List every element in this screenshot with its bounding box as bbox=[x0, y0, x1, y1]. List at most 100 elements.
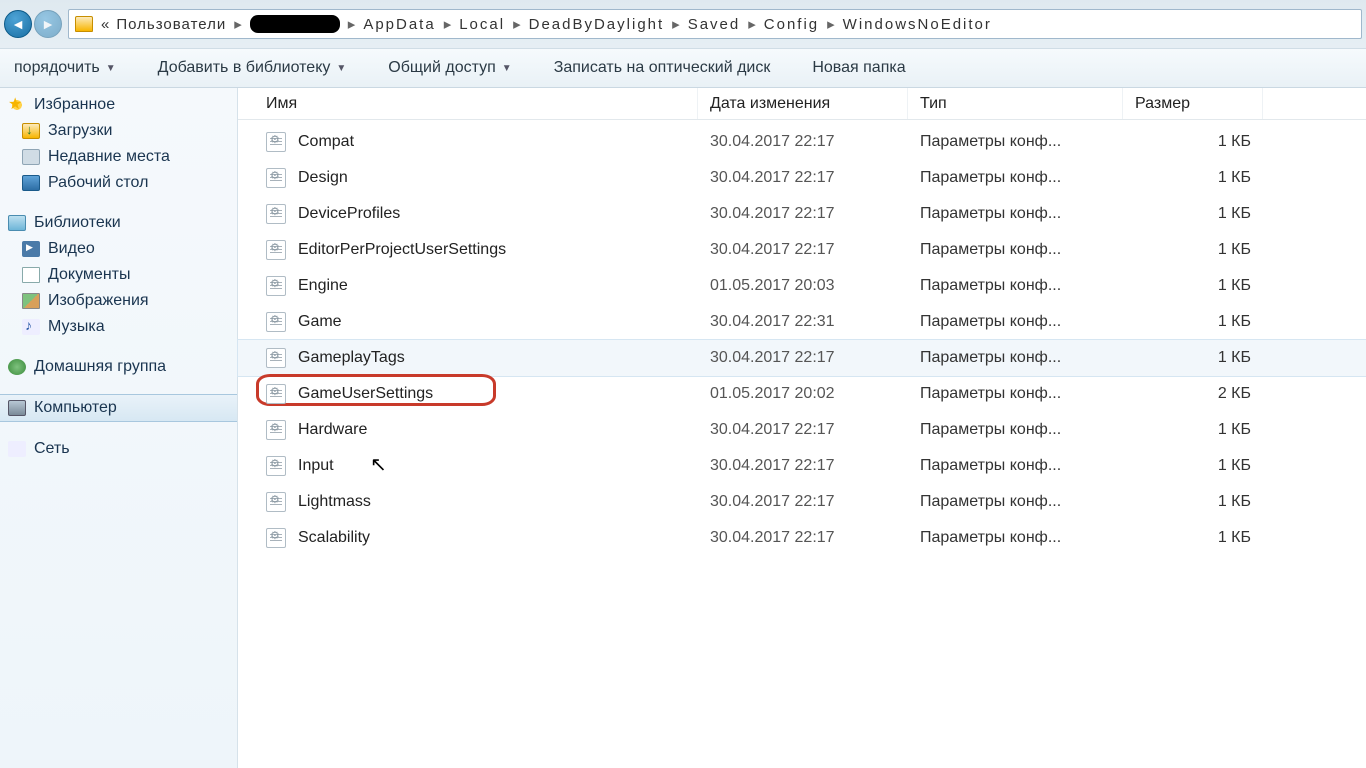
breadcrumb-item[interactable]: Config bbox=[764, 16, 819, 33]
file-date: 01.05.2017 20:02 bbox=[698, 385, 908, 403]
sidebar-computer[interactable]: Компьютер bbox=[0, 394, 237, 422]
file-size: 1 КБ bbox=[1123, 349, 1263, 367]
file-size: 1 КБ bbox=[1123, 421, 1263, 439]
file-date: 30.04.2017 22:17 bbox=[698, 241, 908, 259]
file-size: 1 КБ bbox=[1123, 457, 1263, 475]
breadcrumb-prefix: « bbox=[101, 16, 110, 33]
file-date: 30.04.2017 22:17 bbox=[698, 493, 908, 511]
config-file-icon bbox=[266, 492, 286, 512]
column-name[interactable]: Имя bbox=[238, 88, 698, 119]
breadcrumb-separator: ▸ bbox=[348, 15, 356, 33]
file-row[interactable]: EditorPerProjectUserSettings30.04.2017 2… bbox=[238, 232, 1366, 268]
file-date: 01.05.2017 20:03 bbox=[698, 277, 908, 295]
file-type: Параметры конф... bbox=[908, 241, 1123, 259]
column-type[interactable]: Тип bbox=[908, 88, 1123, 119]
file-size: 1 КБ bbox=[1123, 169, 1263, 187]
config-file-icon bbox=[266, 204, 286, 224]
star-icon bbox=[8, 97, 26, 113]
column-date[interactable]: Дата изменения bbox=[698, 88, 908, 119]
breadcrumb-redacted bbox=[250, 15, 340, 33]
breadcrumb-separator: ▸ bbox=[234, 15, 242, 33]
breadcrumb-separator: ▸ bbox=[444, 15, 452, 33]
file-size: 1 КБ bbox=[1123, 205, 1263, 223]
file-name: Input bbox=[298, 457, 334, 475]
file-date: 30.04.2017 22:31 bbox=[698, 313, 908, 331]
file-pane: Имя Дата изменения Тип Размер Compat 30.0… bbox=[238, 88, 1366, 768]
breadcrumb-item[interactable]: Saved bbox=[688, 16, 741, 33]
address-bar[interactable]: « Пользователи ▸ ▸ AppData ▸ Local ▸ Dea… bbox=[68, 9, 1362, 39]
sidebar-pictures[interactable]: Изображения bbox=[0, 288, 237, 314]
file-row[interactable]: Engine01.05.2017 20:03Параметры конф...1… bbox=[238, 268, 1366, 304]
organize-button[interactable]: порядочить▼ bbox=[4, 53, 126, 83]
sidebar-homegroup[interactable]: Домашняя группа bbox=[0, 354, 237, 380]
nav-buttons: ◄ ► bbox=[4, 10, 62, 38]
sidebar-music[interactable]: Музыка bbox=[0, 314, 237, 340]
file-row[interactable]: Compat30.04.2017 22:17Параметры конф...1… bbox=[238, 124, 1366, 160]
breadcrumb-item[interactable]: AppData bbox=[363, 16, 435, 33]
config-file-icon bbox=[266, 168, 286, 188]
sidebar-favorites[interactable]: Избранное bbox=[0, 92, 237, 118]
folder-icon bbox=[75, 16, 93, 32]
document-icon bbox=[22, 267, 40, 283]
file-row[interactable]: DeviceProfiles30.04.2017 22:17Параметры … bbox=[238, 196, 1366, 232]
column-size[interactable]: Размер bbox=[1123, 88, 1263, 119]
breadcrumb-item[interactable]: Пользователи bbox=[116, 16, 226, 33]
file-name: Lightmass bbox=[298, 493, 371, 511]
add-to-library-button[interactable]: Добавить в библиотеку▼ bbox=[148, 53, 357, 83]
sidebar-recent[interactable]: Недавние места bbox=[0, 144, 237, 170]
file-row[interactable]: Hardware30.04.2017 22:17Параметры конф..… bbox=[238, 412, 1366, 448]
navigation-sidebar: Избранное Загрузки Недавние места Рабочи… bbox=[0, 88, 238, 768]
breadcrumb-item[interactable]: Local bbox=[459, 16, 505, 33]
file-type: Параметры конф... bbox=[908, 133, 1123, 151]
file-name: GameplayTags bbox=[298, 349, 405, 367]
share-button[interactable]: Общий доступ▼ bbox=[378, 53, 521, 83]
config-file-icon bbox=[266, 348, 286, 368]
recent-icon bbox=[22, 149, 40, 165]
sidebar-documents[interactable]: Документы bbox=[0, 262, 237, 288]
sidebar-network[interactable]: Сеть bbox=[0, 436, 237, 462]
file-name: Compat bbox=[298, 133, 354, 151]
config-file-icon bbox=[266, 132, 286, 152]
computer-icon bbox=[8, 400, 26, 416]
back-button[interactable]: ◄ bbox=[4, 10, 32, 38]
file-type: Параметры конф... bbox=[908, 457, 1123, 475]
file-list: Compat30.04.2017 22:17Параметры конф...1… bbox=[238, 120, 1366, 556]
config-file-icon bbox=[266, 420, 286, 440]
file-name: Hardware bbox=[298, 421, 367, 439]
file-row[interactable]: Input 30.04.2017 22:17Параметры конф...1 … bbox=[238, 448, 1366, 484]
sidebar-libraries[interactable]: Библиотеки bbox=[0, 210, 237, 236]
breadcrumb-separator: ▸ bbox=[748, 15, 756, 33]
file-type: Параметры конф... bbox=[908, 313, 1123, 331]
chevron-down-icon: ▼ bbox=[502, 63, 512, 74]
config-file-icon bbox=[266, 528, 286, 548]
file-date: 30.04.2017 22:17 bbox=[698, 133, 908, 151]
image-icon bbox=[22, 293, 40, 309]
file-type: Параметры конф... bbox=[908, 349, 1123, 367]
toolbar: порядочить▼ Добавить в библиотеку▼ Общий… bbox=[0, 48, 1366, 88]
file-row[interactable]: Game30.04.2017 22:31Параметры конф...1 К… bbox=[238, 304, 1366, 340]
sidebar-desktop[interactable]: Рабочий стол bbox=[0, 170, 237, 196]
explorer-window: ◄ ► « Пользователи ▸ ▸ AppData ▸ Local ▸… bbox=[0, 0, 1366, 768]
breadcrumb-separator: ▸ bbox=[827, 15, 835, 33]
breadcrumb-separator: ▸ bbox=[672, 15, 680, 33]
video-icon bbox=[22, 241, 40, 257]
file-row[interactable]: GameplayTags30.04.2017 22:17Параметры ко… bbox=[238, 340, 1366, 376]
sidebar-downloads[interactable]: Загрузки bbox=[0, 118, 237, 144]
breadcrumb-item[interactable]: WindowsNoEditor bbox=[843, 16, 992, 33]
content-area: Избранное Загрузки Недавние места Рабочи… bbox=[0, 88, 1366, 768]
file-name: Engine bbox=[298, 277, 348, 295]
file-type: Параметры конф... bbox=[908, 277, 1123, 295]
file-date: 30.04.2017 22:17 bbox=[698, 205, 908, 223]
file-row[interactable]: Lightmass30.04.2017 22:17Параметры конф.… bbox=[238, 484, 1366, 520]
sidebar-videos[interactable]: Видео bbox=[0, 236, 237, 262]
file-type: Параметры конф... bbox=[908, 529, 1123, 547]
forward-button[interactable]: ► bbox=[34, 10, 62, 38]
new-folder-button[interactable]: Новая папка bbox=[802, 53, 915, 83]
file-row[interactable]: GameUserSettings01.05.2017 20:02Параметр… bbox=[238, 376, 1366, 412]
breadcrumb-item[interactable]: DeadByDaylight bbox=[529, 16, 665, 33]
burn-button[interactable]: Записать на оптический диск bbox=[544, 53, 781, 83]
config-file-icon bbox=[266, 312, 286, 332]
file-date: 30.04.2017 22:17 bbox=[698, 457, 908, 475]
file-row[interactable]: Design30.04.2017 22:17Параметры конф...1… bbox=[238, 160, 1366, 196]
file-row[interactable]: Scalability30.04.2017 22:17Параметры кон… bbox=[238, 520, 1366, 556]
